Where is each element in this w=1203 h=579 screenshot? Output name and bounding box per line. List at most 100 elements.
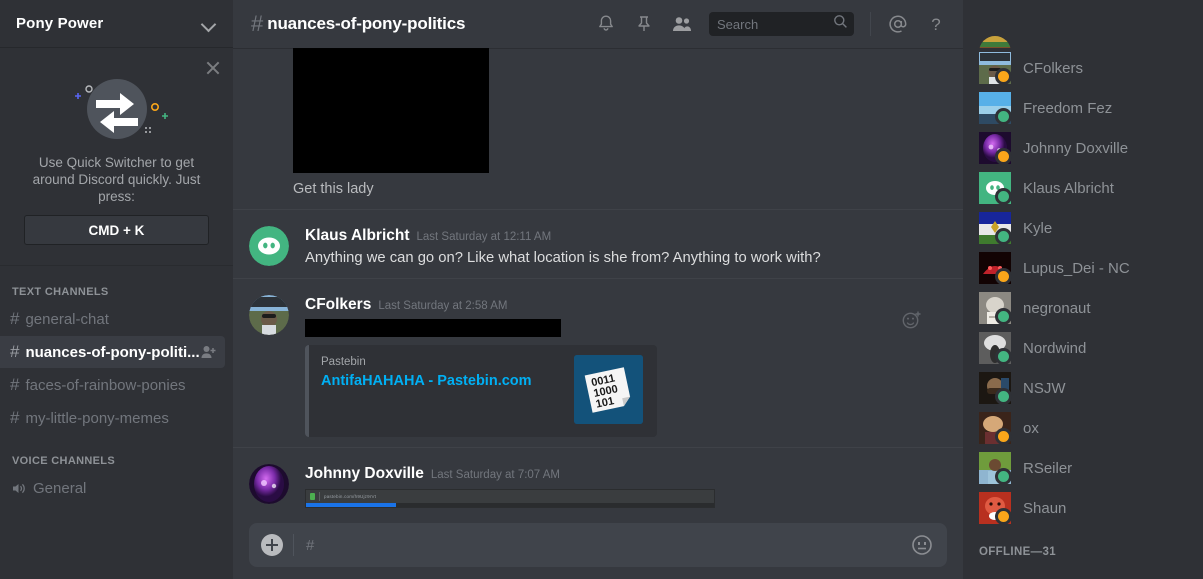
member-name: Freedom Fez xyxy=(1023,99,1113,117)
hash-icon: # xyxy=(10,342,20,361)
message-author[interactable]: CFolkers xyxy=(305,296,371,314)
sidebar-item-voice-general[interactable]: General xyxy=(0,472,225,504)
status-badge xyxy=(995,108,1012,125)
avatar xyxy=(979,372,1012,405)
message-input[interactable]: # xyxy=(306,537,911,554)
channel-label: General xyxy=(33,479,87,497)
main-column: # nuances-of-pony-politics Search ? Get … xyxy=(233,0,963,579)
browser-screenshot-attachment[interactable]: pastebin.com/h9Ujz9rVt xyxy=(305,489,715,508)
status-badge xyxy=(995,188,1012,205)
member-name: ox xyxy=(1023,419,1039,437)
discord-app: Pony Power Use Quick Switcher to get aro… xyxy=(0,0,1203,579)
image-caption: Get this lady xyxy=(293,181,374,197)
status-badge xyxy=(995,228,1012,245)
chevron-down-icon[interactable] xyxy=(201,16,217,32)
member-name: Johnny Doxville xyxy=(1023,139,1129,157)
member-item-nsjw[interactable]: NSJW xyxy=(963,368,1203,408)
avatar[interactable] xyxy=(249,226,289,266)
speaker-icon xyxy=(10,480,27,497)
at-mention-icon[interactable] xyxy=(887,13,909,35)
status-badge xyxy=(995,468,1012,485)
member-name: Lupus_Dei - NC xyxy=(1023,259,1130,277)
sidebar-item-nuances-of-pony-politics[interactable]: # nuances-of-pony-politi... xyxy=(0,336,225,368)
member-name: NSJW xyxy=(1023,379,1066,397)
help-question-icon[interactable]: ? xyxy=(925,13,947,35)
quick-switcher-shortcut[interactable]: CMD + K xyxy=(24,215,209,245)
member-list[interactable]: CFolkers Freedom Fez Johnny Doxville Kla… xyxy=(963,0,1203,579)
member-name: Kyle xyxy=(1023,219,1053,237)
message-body: Johnny Doxville Last Saturday at 7:07 AM… xyxy=(305,464,947,508)
member-item-shaun[interactable]: Shaun xyxy=(963,488,1203,528)
page-load-progress xyxy=(306,503,714,507)
embed-content: Pastebin AntifaHAHAHA - Pastebin.com xyxy=(321,355,562,391)
avatar[interactable] xyxy=(249,464,289,504)
voice-channels-category[interactable]: VOICE CHANNELS xyxy=(0,451,233,471)
member-item-ox[interactable]: ox xyxy=(963,408,1203,448)
member-item-klaus-albricht[interactable]: Klaus Albricht xyxy=(963,168,1203,208)
add-member-icon[interactable] xyxy=(200,344,217,361)
status-badge xyxy=(995,148,1012,165)
member-item-negronaut[interactable]: negronaut xyxy=(963,288,1203,328)
status-badge xyxy=(995,508,1012,525)
message-body: CFolkers Last Saturday at 2:58 AM Pasteb… xyxy=(305,295,947,437)
quick-switcher-tip: Use Quick Switcher to get around Discord… xyxy=(0,48,233,266)
avatar xyxy=(979,52,1012,85)
bell-icon[interactable] xyxy=(595,13,617,35)
message-author[interactable]: Klaus Albricht xyxy=(305,227,410,245)
message-item: Johnny Doxville Last Saturday at 7:07 AM… xyxy=(233,447,963,512)
search-box[interactable] xyxy=(709,12,854,36)
channel-list: TEXT CHANNELS # general-chat # nuances-o… xyxy=(0,266,233,579)
emoji-picker-icon[interactable] xyxy=(911,534,933,556)
search-input[interactable] xyxy=(717,16,833,32)
member-item-freedom-fez[interactable]: Freedom Fez xyxy=(963,88,1203,128)
browser-url: pastebin.com/h9Ujz9rVt xyxy=(324,494,377,499)
category-spacer xyxy=(0,435,233,451)
member-item-nordwind[interactable]: Nordwind xyxy=(963,328,1203,368)
avatar xyxy=(979,452,1012,485)
status-badge xyxy=(995,268,1012,285)
pin-icon[interactable] xyxy=(633,13,655,35)
message-header: Klaus Albricht Last Saturday at 12:11 AM xyxy=(305,227,947,245)
member-item-lupus-dei-nc[interactable]: Lupus_Dei - NC xyxy=(963,248,1203,288)
member-item-rseiler[interactable]: RSeiler xyxy=(963,448,1203,488)
member-name: Shaun xyxy=(1023,499,1067,517)
message-list[interactable]: Get this lady Klaus Albricht Last Saturd… xyxy=(233,48,963,515)
close-icon[interactable] xyxy=(205,60,221,76)
sidebar-item-general-chat[interactable]: # general-chat xyxy=(0,303,225,335)
embed-title-link[interactable]: AntifaHAHAHA - Pastebin.com xyxy=(321,372,562,391)
message-composer[interactable]: # xyxy=(249,523,947,567)
avatar[interactable] xyxy=(979,36,1011,48)
channel-label: faces-of-rainbow-ponies xyxy=(25,376,186,394)
member-name: CFolkers xyxy=(1023,59,1084,77)
server-header[interactable]: Pony Power xyxy=(0,0,233,48)
offline-category-header[interactable]: OFFLINE—31 xyxy=(963,528,1203,562)
avatar[interactable] xyxy=(249,295,289,335)
message-timestamp: Last Saturday at 2:58 AM xyxy=(378,300,508,312)
message-item: CFolkers Last Saturday at 2:58 AM Pasteb… xyxy=(233,278,963,441)
member-name: negronaut xyxy=(1023,299,1091,317)
binary-paste-icon[interactable]: 0011 1000 101 xyxy=(574,355,643,424)
message-author[interactable]: Johnny Doxville xyxy=(305,465,424,483)
hash-icon: # xyxy=(10,309,20,328)
message-header: CFolkers Last Saturday at 2:58 AM xyxy=(305,296,947,314)
member-name: Klaus Albricht xyxy=(1023,179,1114,197)
hash-icon: # xyxy=(10,375,20,394)
page-title: nuances-of-pony-politics xyxy=(267,14,466,33)
avatar xyxy=(979,332,1012,365)
add-reaction-icon[interactable] xyxy=(901,309,923,331)
member-item-johnny-doxville[interactable]: Johnny Doxville xyxy=(963,128,1203,168)
status-badge xyxy=(995,428,1012,445)
server-name: Pony Power xyxy=(16,15,104,32)
members-icon[interactable] xyxy=(671,13,693,35)
text-channels-category[interactable]: TEXT CHANNELS xyxy=(0,282,233,302)
link-embed-pastebin[interactable]: Pastebin AntifaHAHAHA - Pastebin.com 001… xyxy=(305,345,657,437)
member-item-cfolkers[interactable]: CFolkers xyxy=(963,48,1203,88)
attached-image[interactable] xyxy=(293,48,489,173)
sidebar-item-faces-of-rainbow-ponies[interactable]: # faces-of-rainbow-ponies xyxy=(0,369,225,401)
embed-site-name: Pastebin xyxy=(321,356,366,368)
channel-topbar: # nuances-of-pony-politics Search ? xyxy=(233,0,963,48)
message-timestamp: Last Saturday at 7:07 AM xyxy=(430,469,561,481)
add-attachment-icon[interactable] xyxy=(261,534,283,556)
member-item-kyle[interactable]: Kyle xyxy=(963,208,1203,248)
sidebar-item-my-little-pony-memes[interactable]: # my-little-pony-memes xyxy=(0,402,225,434)
